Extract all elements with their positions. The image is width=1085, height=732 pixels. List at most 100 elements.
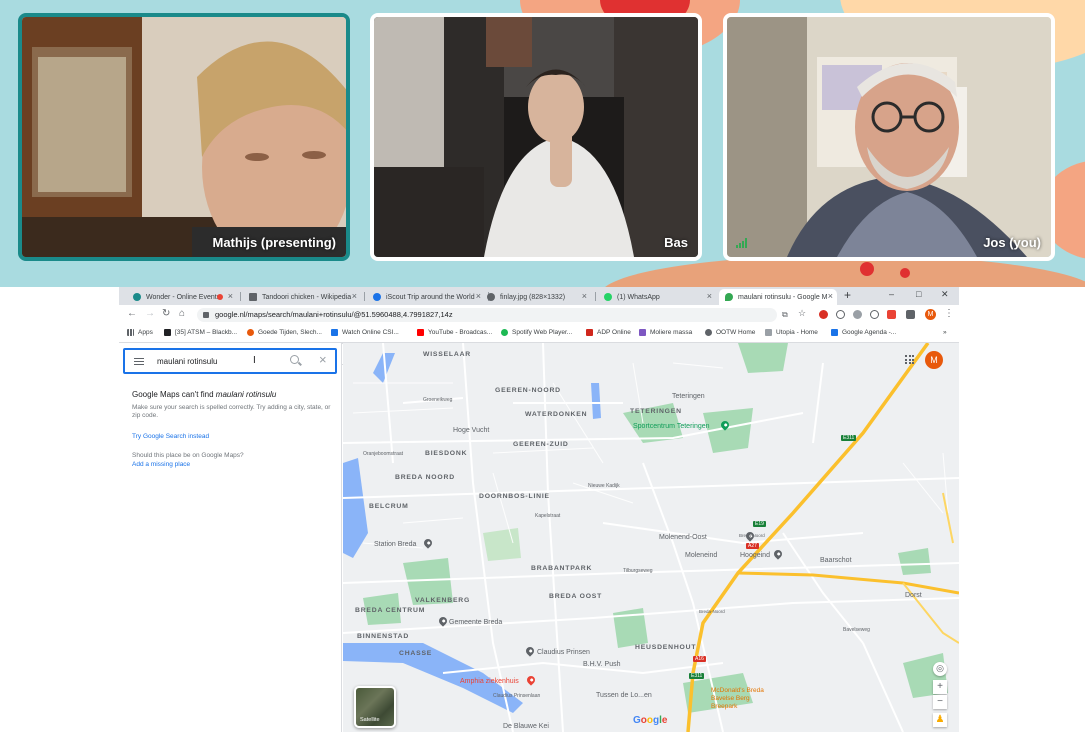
missing-place-question: Should this place be on Google Maps? [132, 452, 244, 459]
bookmark-star-icon[interactable]: ☆ [798, 308, 806, 319]
tab-finlay-image[interactable]: finlay.jpg (828×1332) × [481, 289, 591, 305]
search-icon[interactable] [290, 355, 299, 364]
satellite-label: Satellite [360, 717, 380, 723]
close-tab-icon[interactable]: × [828, 291, 833, 301]
maps-side-panel: I × Google Maps can't find maulani rotin… [119, 343, 342, 732]
bookmark-atsm[interactable]: [35] ATSM – Blackb... [164, 329, 237, 336]
tab-google-maps[interactable]: maulani rotinsulu - Google M × [719, 289, 837, 305]
bookmark-csi[interactable]: Watch Online CSI... [331, 329, 399, 336]
try-google-search-link[interactable]: Try Google Search instead [132, 433, 209, 440]
map-label: HEUSDENHOUT [635, 644, 697, 651]
my-location-icon[interactable]: ◎ [933, 662, 947, 676]
close-tab-icon[interactable]: × [352, 291, 357, 301]
moliere-icon [639, 329, 646, 336]
map-label: DOORNBOS-LINIE [479, 493, 550, 500]
close-icon[interactable]: × [319, 352, 327, 367]
maps-search-input[interactable] [157, 354, 287, 368]
map-canvas[interactable]: WISSELAAR GEEREN-NOORD WATERDONKEN TETER… [343, 343, 959, 732]
back-arrow-icon[interactable]: ← [127, 308, 137, 319]
extensions-puzzle-icon[interactable] [906, 310, 915, 319]
menu-icon[interactable] [134, 358, 144, 365]
video-tile-jos[interactable]: Jos (you) [723, 13, 1055, 261]
address-bar[interactable]: google.nl/maps/search/maulani+rotinsulu/… [197, 308, 777, 322]
bookmark-google-agenda[interactable]: Google Agenda -... [831, 329, 896, 336]
map-label: BREDA NOORD [395, 474, 455, 481]
bookmark-youtube[interactable]: YouTube - Broadcas... [417, 329, 492, 336]
bookmark-label: Watch Online CSI... [342, 329, 399, 336]
share-icon[interactable]: ⧉ [782, 310, 788, 320]
zoom-out-button[interactable]: − [933, 695, 947, 709]
tab-label: Wonder - Online Events [146, 293, 221, 301]
map-label: GEEREN-NOORD [495, 387, 561, 394]
text-cursor-icon: I [253, 355, 256, 366]
satellite-layer-toggle[interactable]: Satellite [354, 686, 396, 728]
extension-clock-icon[interactable] [836, 310, 845, 319]
extension-shield-icon[interactable] [887, 310, 896, 319]
bookmark-label: Utopia - Home [776, 329, 818, 336]
home-icon[interactable]: ⌂ [179, 308, 185, 319]
map-label: GEEREN-ZUID [513, 441, 569, 448]
tab-whatsapp[interactable]: (1) WhatsApp × [598, 289, 716, 305]
account-avatar[interactable]: M [925, 351, 943, 369]
tab-iscout[interactable]: iScout Trip around the World × [367, 289, 485, 305]
recording-icon [217, 294, 223, 300]
video-call-area: Mathijs (presenting) Bas Jos (you) [0, 0, 1085, 287]
utopia-icon [765, 329, 772, 336]
close-tab-icon[interactable]: × [582, 291, 587, 301]
map-label: WATERDONKEN [525, 411, 588, 418]
video-tile-bas[interactable]: Bas [370, 13, 702, 261]
reload-icon[interactable]: ↻ [162, 308, 170, 319]
tab-label: iScout Trip around the World [386, 293, 475, 301]
profile-avatar[interactable]: M [925, 309, 936, 320]
bookmark-utopia[interactable]: Utopia - Home [765, 329, 818, 336]
map-label: Breda-Noord [699, 609, 725, 614]
minimize-button[interactable]: – [889, 289, 894, 299]
adp-icon [586, 329, 593, 336]
map-label: Molenend-Oost [659, 534, 707, 541]
video-feed [374, 17, 698, 257]
bookmark-label: OOTW Home [716, 329, 756, 336]
add-missing-place-link[interactable]: Add a missing place [132, 461, 190, 468]
highway-shield: E311 [689, 673, 705, 679]
extension-gray-icon[interactable] [853, 310, 862, 319]
bookmark-moliere[interactable]: Moliere massa [639, 329, 692, 336]
bookmarks-overflow-button[interactable]: » [943, 329, 947, 336]
close-tab-icon[interactable]: × [228, 291, 233, 301]
bookmark-label: Spotify Web Player... [512, 329, 573, 336]
video-tile-mathijs[interactable]: Mathijs (presenting) [18, 13, 350, 261]
close-window-button[interactable]: ✕ [941, 289, 949, 300]
bookmark-apps[interactable]: Apps [127, 329, 153, 336]
extension-adblock-icon[interactable] [819, 310, 828, 319]
pegman-icon[interactable]: ♟ [933, 713, 947, 727]
globe-icon [487, 293, 495, 301]
wonder-icon [133, 293, 141, 301]
maximize-button[interactable]: □ [916, 289, 921, 299]
tab-bar: Wonder - Online Events × Tandoori chicke… [119, 287, 959, 305]
signal-strength-icon [736, 238, 747, 248]
map-label: BREDA OOST [549, 593, 603, 600]
calendar-icon [831, 329, 838, 336]
bookmark-spotify[interactable]: Spotify Web Player... [501, 329, 572, 336]
url-text: google.nl/maps/search/maulani+rotinsulu/… [215, 310, 453, 319]
forward-arrow-icon[interactable]: → [145, 308, 155, 319]
tab-label: maulani rotinsulu - Google M [738, 293, 828, 301]
bookmark-ootw[interactable]: OOTW Home [705, 329, 755, 336]
bookmark-gtst[interactable]: Goede Tijden, Slech... [247, 329, 322, 336]
tab-wikipedia[interactable]: Tandoori chicken - Wikipedia × [243, 289, 361, 305]
background-decoration [860, 262, 874, 276]
browser-window: Wonder - Online Events × Tandoori chicke… [119, 287, 959, 732]
maps-pin-icon [725, 293, 733, 301]
more-menu-icon[interactable]: ⋮ [944, 308, 954, 319]
tab-wonder[interactable]: Wonder - Online Events × [127, 289, 237, 305]
bookmark-adp[interactable]: ADP Online [586, 329, 631, 336]
globe-icon [705, 329, 712, 336]
bookmark-label: Apps [138, 329, 153, 336]
zoom-in-button[interactable]: + [933, 680, 947, 694]
google-apps-icon[interactable] [905, 355, 914, 364]
map-label: CHASSE [399, 650, 433, 657]
extension-refresh-icon[interactable] [870, 310, 879, 319]
maps-search-box[interactable]: I × [123, 348, 337, 374]
close-tab-icon[interactable]: × [707, 291, 712, 301]
new-tab-button[interactable]: + [844, 288, 851, 302]
map-label: Gemeente Breda [449, 619, 503, 626]
